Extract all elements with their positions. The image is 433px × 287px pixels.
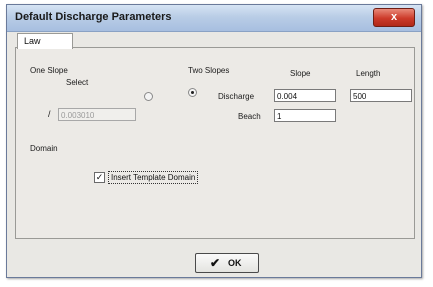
insert-template-checkbox[interactable]: ✓ xyxy=(94,172,105,183)
select-label: Select xyxy=(66,78,89,87)
one-slope-field[interactable]: 0.003010 xyxy=(58,108,136,121)
beach-slope-field[interactable]: 1 xyxy=(274,109,336,122)
one-slope-radio[interactable] xyxy=(144,92,153,101)
slope-marker-icon: / xyxy=(48,109,51,119)
close-button[interactable]: x xyxy=(373,8,415,27)
ok-button-label: OK xyxy=(228,258,242,268)
discharge-slope-field[interactable]: 0.004 xyxy=(274,89,336,102)
one-slope-heading: One Slope xyxy=(30,66,68,75)
beach-label: Beach xyxy=(238,112,261,121)
tab-label: Law xyxy=(24,36,41,46)
title-bar[interactable]: Default Discharge Parameters x xyxy=(7,5,421,32)
ok-button[interactable]: ✔ OK xyxy=(195,253,259,273)
discharge-label: Discharge xyxy=(218,92,255,101)
discharge-length-field[interactable]: 500 xyxy=(350,89,412,102)
tab-panel: One Slope Select / 0.003010 Two Slopes S… xyxy=(15,47,415,239)
two-slopes-radio[interactable] xyxy=(188,88,197,97)
check-icon: ✔ xyxy=(210,256,221,270)
slope-column-header: Slope xyxy=(290,69,311,78)
insert-template-label[interactable]: Insert Template Domain xyxy=(108,171,199,184)
length-column-header: Length xyxy=(356,69,381,78)
dialog-title: Default Discharge Parameters xyxy=(15,11,172,23)
two-slopes-heading: Two Slopes xyxy=(188,66,230,75)
domain-heading: Domain xyxy=(30,144,58,153)
dialog-window: Default Discharge Parameters x Law One S… xyxy=(6,4,422,278)
tab-law[interactable]: Law xyxy=(17,33,73,49)
